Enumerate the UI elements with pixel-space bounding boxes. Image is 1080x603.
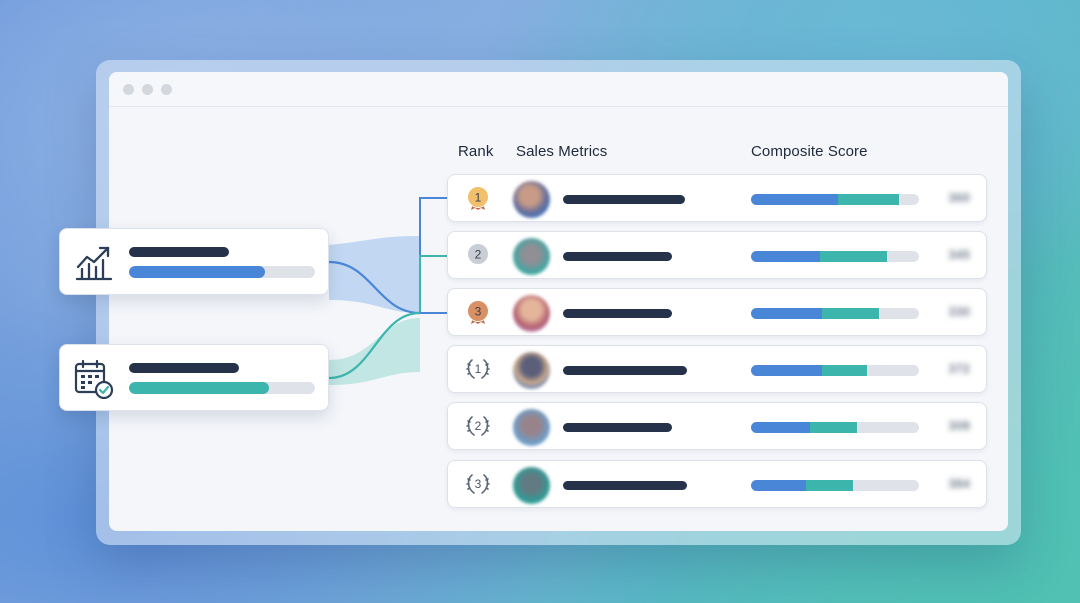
metric-progress-fill — [129, 266, 265, 278]
score-bar-teal-segment — [821, 308, 879, 319]
composite-score-column-header[interactable]: Composite Score — [751, 143, 868, 160]
rank-number: 3 — [475, 477, 482, 491]
rank-number: 2 — [475, 248, 482, 262]
laurel-icon: 3 — [466, 474, 490, 494]
metric-progress-fill — [129, 382, 269, 394]
score-bar-blue-segment — [751, 365, 822, 376]
score-bar-teal-segment — [838, 194, 899, 205]
salesperson-name-placeholder — [563, 309, 672, 318]
salesperson-name-placeholder — [563, 423, 672, 432]
avatar[interactable] — [513, 352, 550, 389]
ranking-row[interactable]: 1 360 — [447, 174, 987, 222]
flow-band-blue — [329, 236, 420, 313]
branch-line-2 — [419, 255, 447, 313]
sales-metrics-column-header[interactable]: Sales Metrics — [516, 143, 607, 160]
score-bar-teal-segment — [806, 480, 854, 491]
score-value: 345 — [948, 247, 970, 262]
metric-progress-track — [129, 266, 315, 278]
score-bar-blue-segment — [751, 480, 807, 491]
metric-title-placeholder — [129, 363, 239, 373]
composite-score-bar — [751, 480, 919, 491]
score-bar-teal-segment — [819, 251, 888, 262]
salesperson-name-placeholder — [563, 195, 685, 204]
metric-progress-track — [129, 382, 315, 394]
ranking-row[interactable]: 2 308 — [447, 402, 987, 450]
rank-number: 3 — [475, 305, 482, 319]
score-bar-blue-segment — [751, 308, 822, 319]
score-bar-blue-segment — [751, 251, 820, 262]
ranking-row[interactable]: 3 384 — [447, 460, 987, 508]
metric-card-schedule[interactable] — [59, 344, 329, 411]
bronze-medal-icon: 3 — [467, 300, 489, 324]
rank-number: 2 — [475, 419, 482, 433]
salesperson-name-placeholder — [563, 366, 687, 375]
score-bar-blue-segment — [751, 422, 810, 433]
avatar[interactable] — [513, 238, 550, 275]
score-value: 372 — [948, 361, 970, 376]
metric-title-placeholder — [129, 247, 229, 257]
composite-score-bar — [751, 194, 919, 205]
ranking-row[interactable]: 2 345 — [447, 231, 987, 279]
salesperson-name-placeholder — [563, 481, 687, 490]
score-value: 384 — [948, 476, 970, 491]
gold-medal-icon: 1 — [467, 186, 489, 210]
laurel-icon: 1 — [466, 359, 490, 379]
score-bar-blue-segment — [751, 194, 839, 205]
composite-score-bar — [751, 251, 919, 262]
rank-number: 1 — [475, 191, 482, 205]
metric-card-sales-trend[interactable] — [59, 228, 329, 295]
salesperson-name-placeholder — [563, 252, 672, 261]
avatar[interactable] — [513, 181, 550, 218]
score-bar-teal-segment — [809, 422, 857, 433]
trending-chart-icon — [75, 246, 113, 281]
composite-score-bar — [751, 365, 919, 376]
silver-medal-icon: 2 — [467, 243, 489, 265]
score-value: 360 — [948, 190, 970, 205]
rank-column-header[interactable]: Rank — [458, 143, 493, 160]
avatar[interactable] — [513, 409, 550, 446]
avatar[interactable] — [513, 295, 550, 332]
score-value: 308 — [948, 418, 970, 433]
score-value: 330 — [948, 304, 970, 319]
composite-score-bar — [751, 308, 919, 319]
calendar-check-icon — [74, 359, 114, 399]
rank-number: 1 — [475, 362, 482, 376]
composite-score-bar — [751, 422, 919, 433]
score-bar-teal-segment — [821, 365, 867, 376]
ranking-row[interactable]: 1 372 — [447, 345, 987, 393]
ranking-row[interactable]: 3 330 — [447, 288, 987, 336]
laurel-icon: 2 — [466, 416, 490, 436]
avatar[interactable] — [513, 467, 550, 504]
